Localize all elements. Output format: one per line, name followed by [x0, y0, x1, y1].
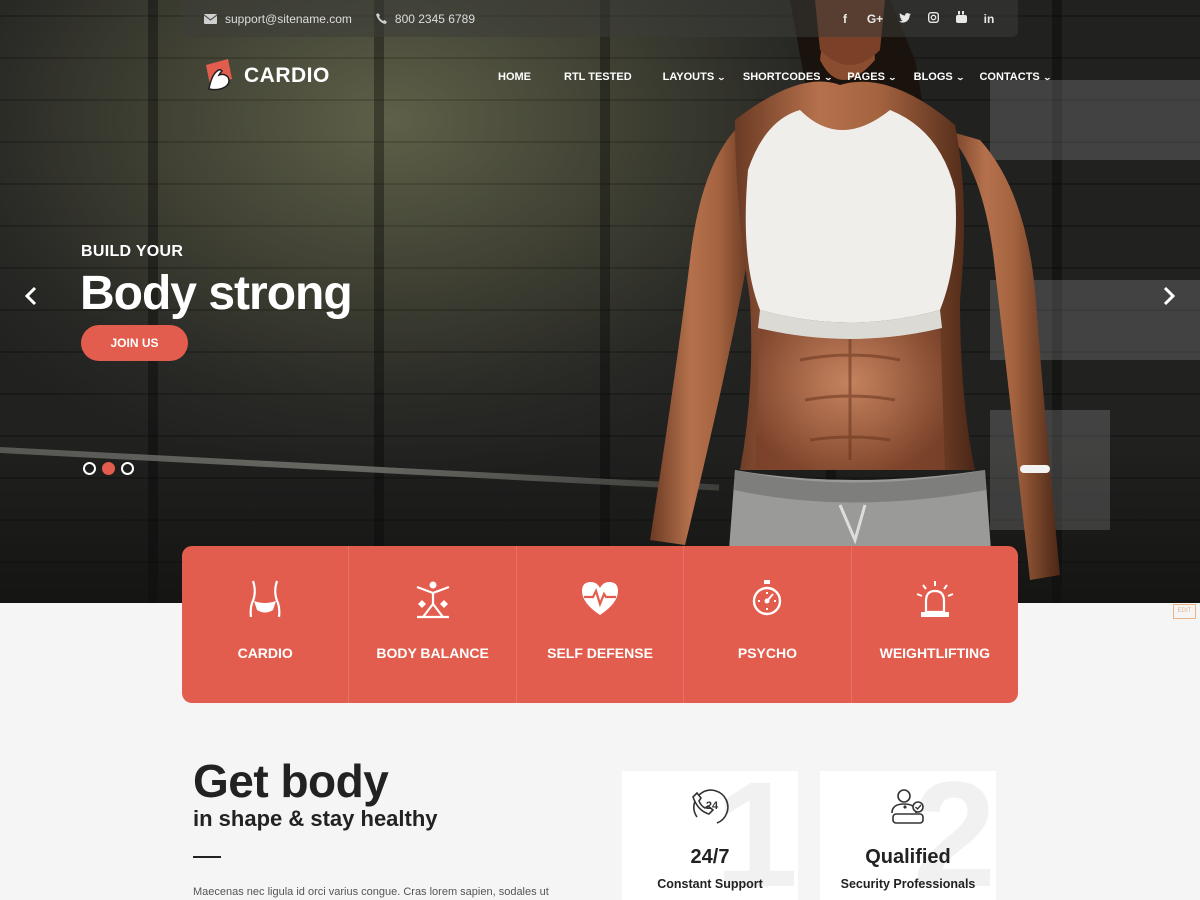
email-text: support@sitename.com	[225, 11, 352, 26]
join-us-button[interactable]: JOIN US	[81, 325, 188, 361]
chevron-down-icon: ⌄	[887, 72, 897, 82]
feature-weightlifting[interactable]: WEIGHTLIFTING	[852, 546, 1018, 703]
nav-item-blogs[interactable]: BLOGS ⌄	[914, 71, 965, 83]
edit-button[interactable]: EDIT	[1173, 604, 1196, 619]
card-subtitle: Security Professionals	[840, 877, 976, 891]
main-nav: HOME RTL TESTED LAYOUTS ⌄ SHORTCODES ⌄ PAG…	[498, 71, 1052, 83]
google-plus-icon[interactable]: G+	[866, 12, 884, 26]
card-subtitle: Constant Support	[657, 877, 763, 891]
twitter-icon[interactable]	[898, 12, 912, 26]
slider-pagination	[83, 462, 134, 475]
feature-cardio[interactable]: CARDIO	[182, 546, 350, 703]
nav-item-layouts[interactable]: LAYOUTS ⌄	[663, 71, 727, 83]
feature-label: WEIGHTLIFTING	[879, 645, 991, 661]
feature-label: SELF DEFENSE	[547, 645, 653, 661]
professional-icon	[891, 789, 924, 824]
chevron-down-icon: ⌄	[716, 72, 727, 82]
prev-slide-icon[interactable]	[20, 284, 44, 308]
nav-item-rtl-tested[interactable]: RTL TESTED	[564, 71, 632, 83]
alarm-light-icon	[916, 581, 954, 617]
facebook-icon[interactable]: f	[838, 12, 852, 26]
feature-psycho[interactable]: PSYCHO	[684, 546, 852, 703]
waist-icon	[249, 580, 281, 618]
phone-info[interactable]: 800 2345 6789	[375, 11, 475, 26]
phone-icon	[375, 13, 387, 24]
nav-item-shortcodes[interactable]: SHORTCODES ⌄	[743, 71, 833, 83]
balance-icon	[416, 581, 449, 619]
feature-label: BODY BALANCE	[376, 645, 489, 661]
youtube-icon[interactable]	[954, 11, 968, 26]
section-paragraph: Maecenas nec ligula id orci varius congu…	[193, 886, 549, 898]
slide-dot-3[interactable]	[121, 462, 134, 475]
svg-text:24: 24	[706, 800, 719, 812]
card-title: 24/7	[690, 846, 730, 868]
muscle-logo-icon	[206, 59, 232, 91]
phone-text: 800 2345 6789	[394, 11, 475, 26]
heartbeat-icon	[582, 582, 619, 615]
feature-label: CARDIO	[237, 645, 293, 661]
feature-label: PSYCHO	[737, 645, 797, 661]
feature-body-balance[interactable]: BODY BALANCE	[349, 546, 517, 703]
section-subheading: in shape & stay healthy	[193, 806, 438, 831]
top-info-bar: support@sitename.com 800 2345 6789 f G+ …	[182, 0, 1018, 37]
social-links: f G+ in	[838, 11, 996, 26]
stopwatch-icon	[753, 580, 782, 616]
nav-item-contacts[interactable]: CONTACTS ⌄	[979, 71, 1052, 83]
heading-divider	[193, 856, 221, 858]
site-name: CARDIO	[244, 64, 330, 87]
card-title: Qualified	[865, 846, 951, 868]
section-heading: Get body	[193, 755, 389, 807]
phone-24-icon: 24	[692, 789, 729, 824]
next-slide-icon[interactable]	[1156, 284, 1180, 308]
professionals-card: 2 Qualified Security Professionals	[820, 771, 996, 900]
feature-self-defense[interactable]: SELF DEFENSE	[517, 546, 685, 703]
linkedin-icon[interactable]: in	[982, 12, 996, 26]
chevron-down-icon: ⌄	[955, 72, 965, 82]
features-bar: CARDIO BODY BALANCE SELF DEFENSE PSYCHO	[182, 546, 1018, 703]
support-card: 1 24 24/7 Constant Support	[622, 771, 798, 900]
slide-dot-1[interactable]	[83, 462, 96, 475]
nav-item-pages[interactable]: PAGES ⌄	[847, 71, 897, 83]
envelope-icon	[204, 13, 217, 24]
hero-title: Body strong	[80, 267, 353, 320]
nav-item-home[interactable]: HOME	[498, 71, 531, 83]
chevron-down-icon: ⌄	[823, 72, 833, 82]
hero-subtitle: BUILD YOUR	[81, 243, 184, 260]
chevron-down-icon: ⌄	[1042, 72, 1052, 82]
instagram-icon[interactable]	[926, 11, 940, 26]
athlete-image	[650, 0, 1060, 603]
slide-dot-2[interactable]	[102, 462, 115, 475]
site-logo[interactable]: CARDIO	[203, 59, 330, 93]
email-info[interactable]: support@sitename.com	[204, 12, 352, 26]
